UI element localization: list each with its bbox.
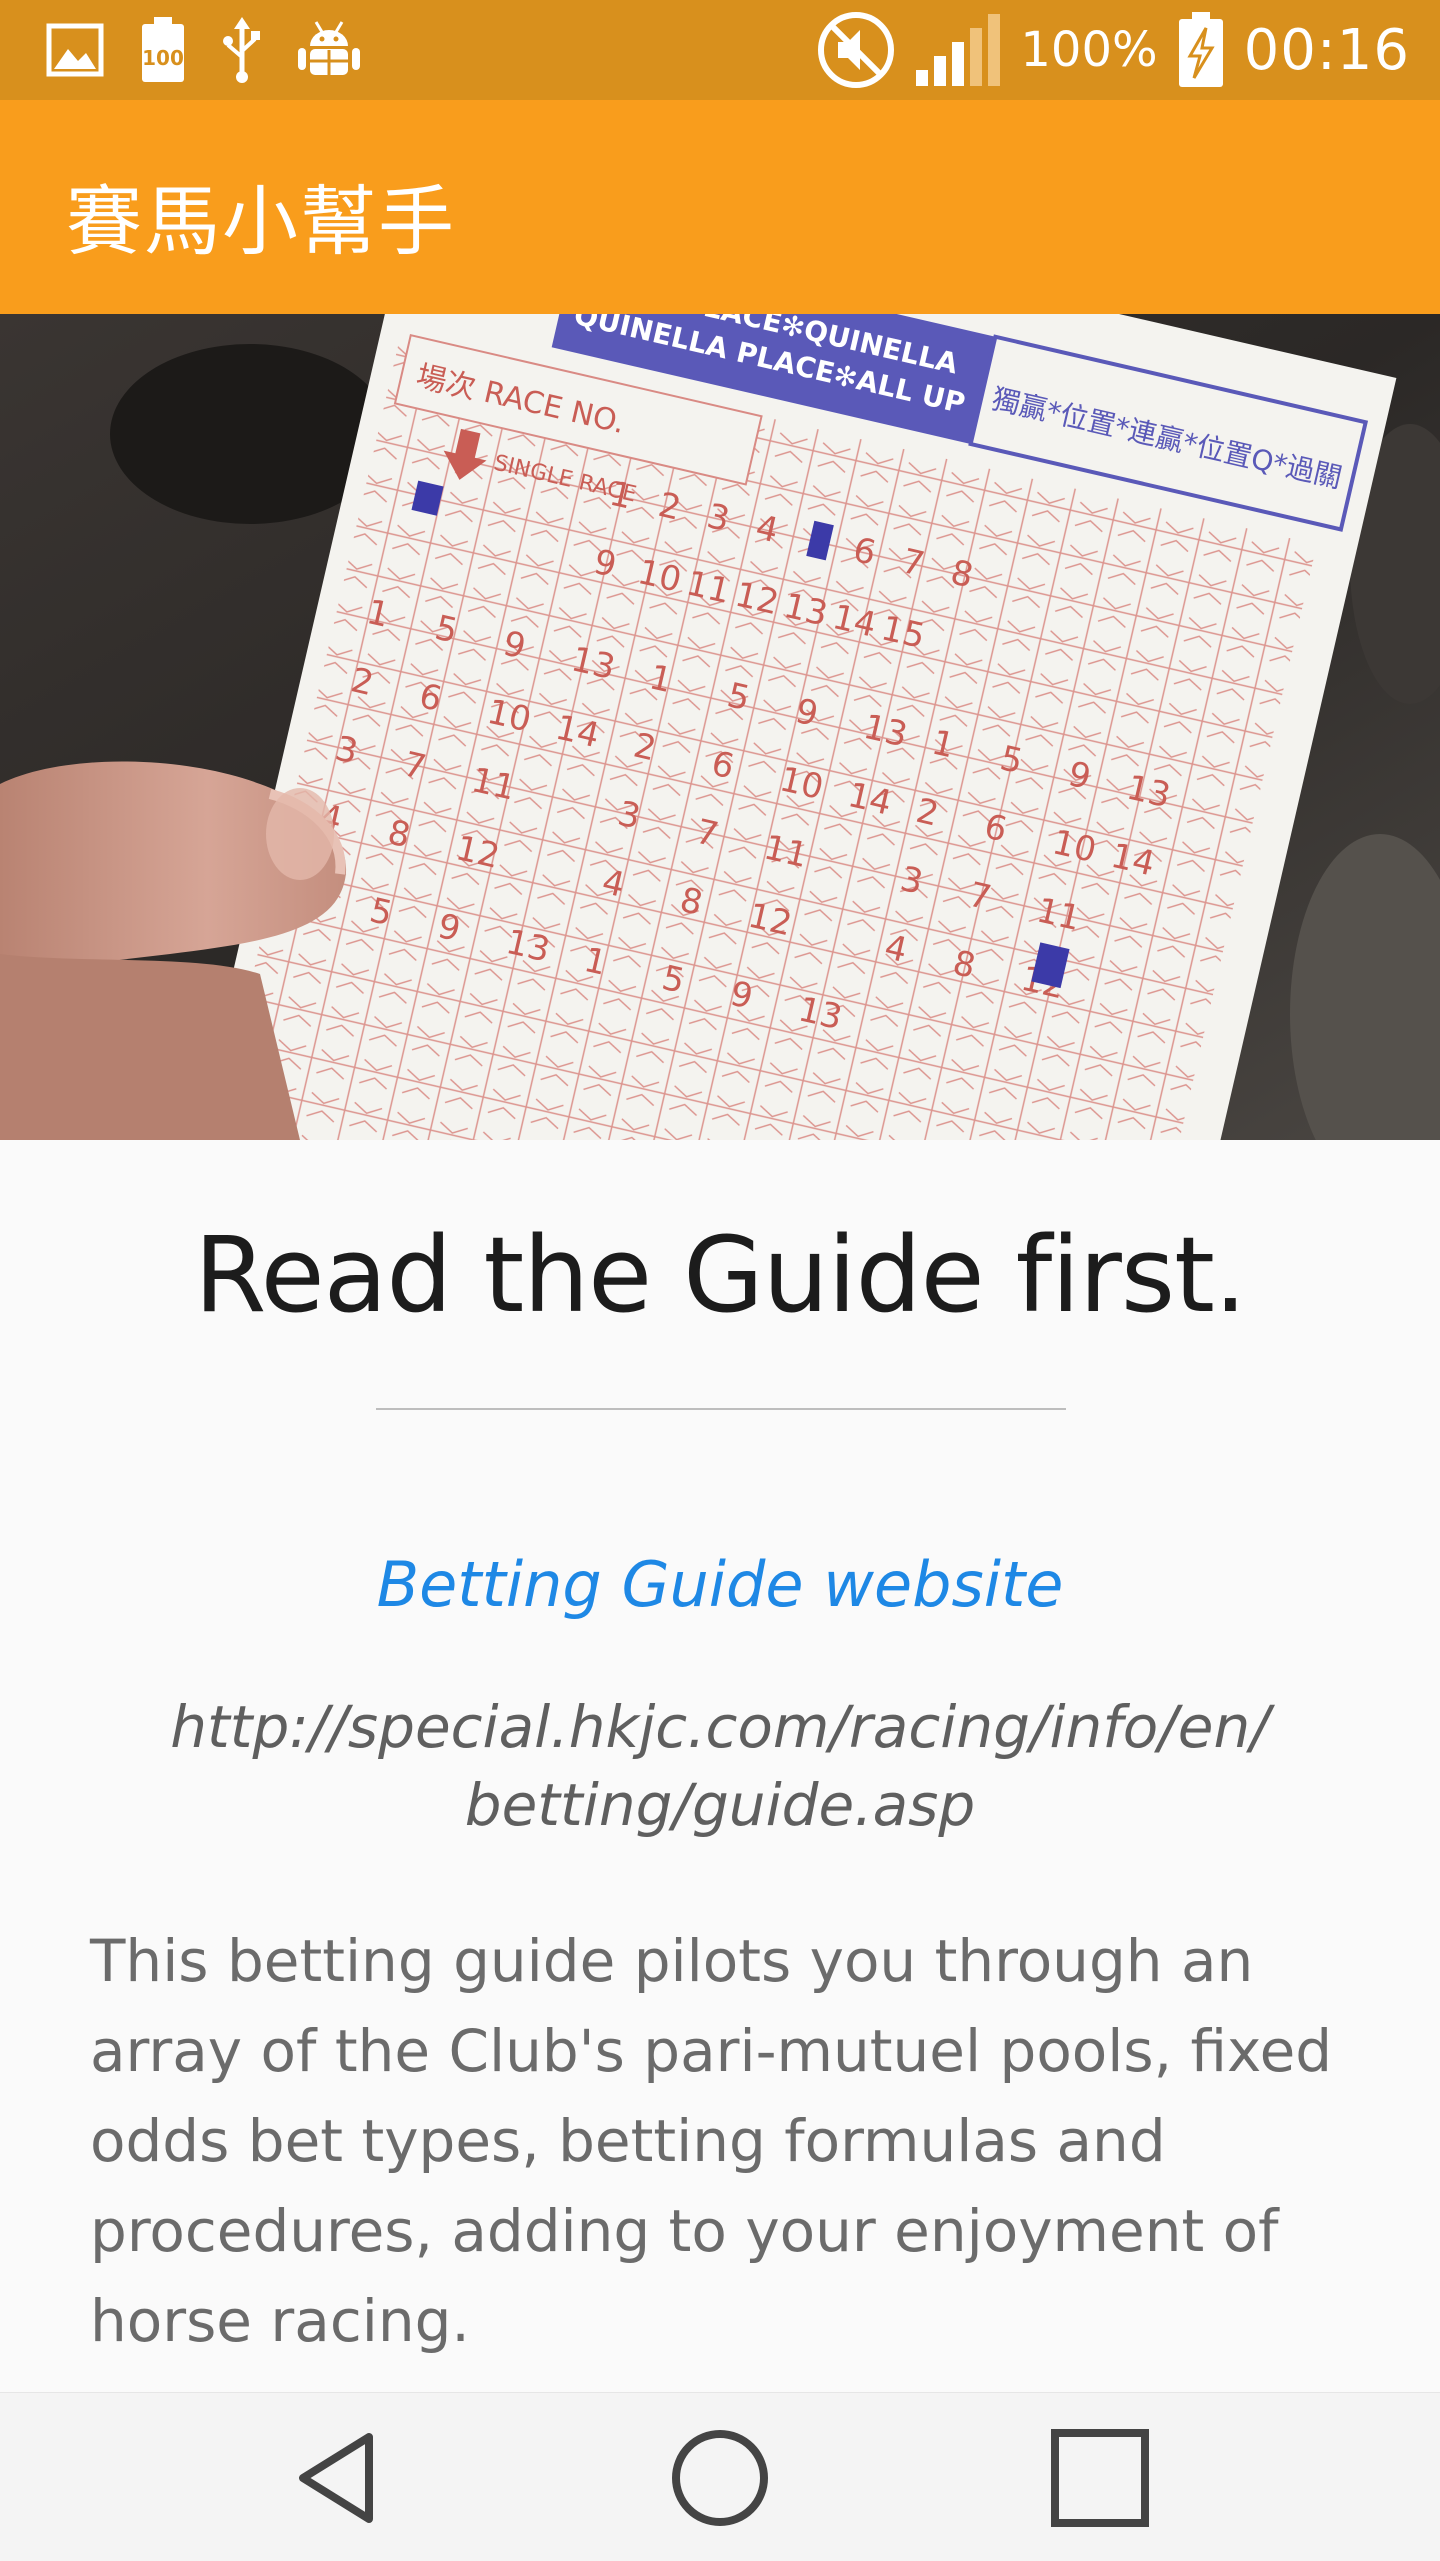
battery-saver-icon: 100: [138, 15, 188, 85]
status-bar-left-icons: 100: [46, 15, 362, 85]
back-icon: [299, 2433, 373, 2523]
home-icon: [672, 2430, 768, 2526]
navigation-bar: [0, 2392, 1440, 2561]
betting-slip-photo: WIN✻PLACE✻QUINELLA QUINELLA PLACE✻ALL UP…: [0, 314, 1440, 1140]
status-bar: 100 100% 00:16: [0, 0, 1440, 100]
hero-image: WIN✻PLACE✻QUINELLA QUINELLA PLACE✻ALL UP…: [0, 314, 1440, 1140]
app-bar: 賽馬小幫手: [0, 100, 1440, 314]
home-button[interactable]: [660, 2423, 780, 2533]
signal-icon: [914, 12, 1002, 88]
svg-text:100: 100: [142, 46, 184, 70]
betting-guide-link[interactable]: Betting Guide website: [0, 1548, 1440, 1621]
usb-icon: [222, 17, 262, 83]
guide-description: This betting guide pilots you through an…: [90, 1927, 1333, 2355]
app-title: 賽馬小幫手: [66, 177, 456, 266]
divider: [376, 1408, 1066, 1410]
guide-url: http://special.hkjc.com/racing/info/en/b…: [170, 1693, 1270, 1839]
recents-button[interactable]: [1040, 2423, 1160, 2533]
back-button[interactable]: [282, 2423, 402, 2533]
recents-icon: [1051, 2429, 1149, 2527]
headline: Read the Guide first.: [194, 1214, 1247, 1336]
clock: 00:16: [1243, 17, 1410, 83]
gallery-icon: [46, 23, 104, 77]
guide-content: Read the Guide first. Betting Guide webs…: [0, 1140, 1440, 2392]
status-bar-right-icons: 100% 00:16: [816, 10, 1410, 90]
android-debug-icon: [296, 20, 362, 80]
battery-percent: 100%: [1020, 22, 1158, 78]
battery-charging-icon: [1176, 10, 1226, 90]
mute-icon: [816, 10, 896, 90]
